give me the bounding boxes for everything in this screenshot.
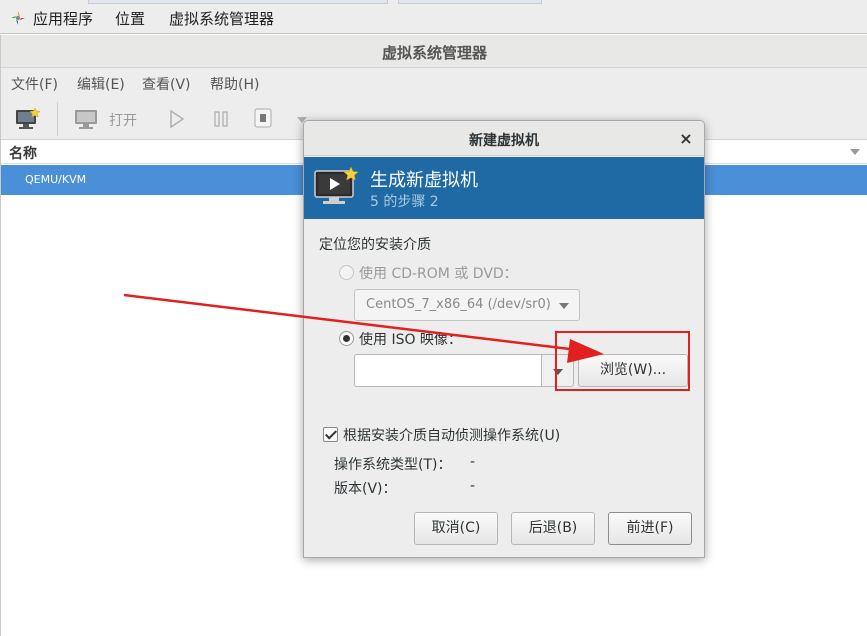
menu-view[interactable]: 查看(V) xyxy=(142,74,191,94)
radio-cdrom[interactable] xyxy=(339,265,354,280)
version-label: 版本(V)： xyxy=(334,481,397,497)
os-type-label: 操作系统类型(T)： xyxy=(334,457,452,473)
open-button-label[interactable]: 打开 xyxy=(109,110,137,130)
dialog-titlebar: 新建虚拟机 × xyxy=(304,121,704,156)
forward-button[interactable]: 前进(F) xyxy=(608,512,692,545)
cancel-button[interactable]: 取消(C) xyxy=(414,512,498,545)
radio-iso-label[interactable]: 使用 ISO 映像： xyxy=(359,329,462,349)
column-name[interactable]: 名称 xyxy=(9,143,37,163)
cdrom-device-select[interactable]: CentOS_7_x86_64 (/dev/sr0) xyxy=(354,289,580,321)
radio-iso[interactable] xyxy=(339,331,354,346)
monitor-new-icon[interactable] xyxy=(15,107,41,131)
chevron-down-icon xyxy=(559,303,569,309)
menu-file[interactable]: 文件(F) xyxy=(11,74,58,94)
banner-title: 生成新虚拟机 xyxy=(370,170,478,191)
new-vm-monitor-icon xyxy=(314,167,358,204)
section-label: 定位您的安装介质 xyxy=(319,237,431,253)
banner-step: 5 的步骤 2 xyxy=(370,194,439,210)
sort-arrow-icon[interactable] xyxy=(850,149,860,155)
top-tab-strip xyxy=(82,0,542,4)
stop-icon[interactable] xyxy=(254,108,272,128)
autodetect-label[interactable]: 根据安装介质自动侦测操作系统(U) xyxy=(343,425,560,445)
dialog-title: 新建虚拟机 xyxy=(469,133,539,149)
window-title: 虚拟系统管理器 xyxy=(381,44,487,62)
menu-bar: 文件(F) 编辑(E) 查看(V) 帮助(H) xyxy=(1,68,867,98)
dialog-banner: 生成新虚拟机 5 的步骤 2 xyxy=(304,157,704,219)
menu-help[interactable]: 帮助(H) xyxy=(210,74,259,94)
close-icon[interactable]: × xyxy=(678,129,694,148)
version-value: - xyxy=(470,478,476,494)
active-app-menu[interactable]: 虚拟系统管理器 xyxy=(169,8,274,29)
console-icon[interactable] xyxy=(73,107,99,131)
annotation-highlight-box xyxy=(555,331,690,391)
play-icon[interactable] xyxy=(169,110,185,128)
toolbar-separator xyxy=(57,102,58,136)
gnome-top-bar: 应用程序 位置 虚拟系统管理器 xyxy=(0,0,867,34)
os-type-value: - xyxy=(470,454,476,470)
autodetect-checkbox[interactable] xyxy=(323,427,338,442)
cdrom-device-value: CentOS_7_x86_64 (/dev/sr0) xyxy=(366,297,551,312)
iso-path-input[interactable] xyxy=(354,354,542,387)
back-button[interactable]: 后退(B) xyxy=(511,512,595,545)
window-titlebar: 虚拟系统管理器 xyxy=(1,35,867,68)
menu-edit[interactable]: 编辑(E) xyxy=(77,74,125,94)
radio-cdrom-label[interactable]: 使用 CD-ROM 或 DVD： xyxy=(359,263,518,283)
places-menu[interactable]: 位置 xyxy=(115,8,145,29)
connection-name: QEMU/KVM xyxy=(25,173,87,186)
applications-icon[interactable] xyxy=(10,10,26,26)
applications-menu[interactable]: 应用程序 xyxy=(33,8,93,29)
pause-icon[interactable] xyxy=(213,110,229,128)
